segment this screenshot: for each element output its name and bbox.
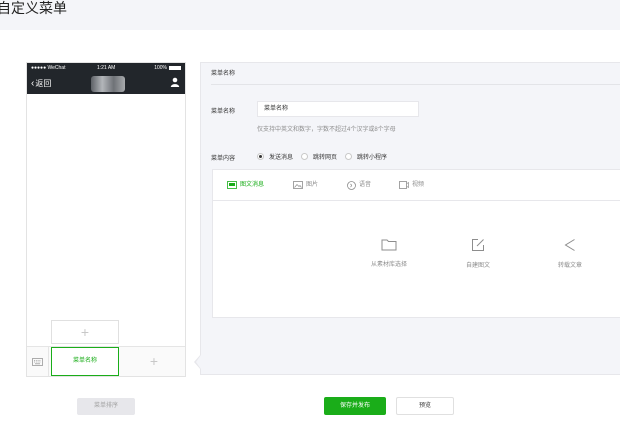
battery-icon: [169, 65, 181, 70]
tab-label: 视频: [412, 182, 425, 188]
create-article-button[interactable]: 自建图文: [448, 238, 508, 269]
account-name-blurred: [91, 76, 125, 92]
folder-icon: [381, 239, 397, 251]
save-publish-button[interactable]: 保存并发布: [324, 397, 386, 415]
image-icon: [293, 181, 303, 189]
carrier-text: ●●●●● WeChat: [31, 65, 66, 71]
news-icon: [227, 181, 237, 189]
status-bar: ●●●●● WeChat 1:21 AM 100%: [31, 64, 181, 72]
edit-icon: [472, 239, 484, 251]
chevron-left-icon: ‹: [31, 78, 35, 89]
menu-name-input[interactable]: 菜单名称: [257, 101, 419, 117]
battery-text: 100%: [154, 65, 167, 71]
tab-label: 语音: [359, 182, 372, 188]
menu-editor-panel: 菜单名称 菜单名称 菜单名称 仅支持中英文和数字，字数不超过4个汉字或8个字母 …: [200, 62, 620, 375]
back-link[interactable]: ‹返回: [31, 78, 51, 90]
tab-label: 图片: [306, 182, 319, 188]
radio-send-message[interactable]: 发送消息: [257, 152, 293, 161]
preview-button[interactable]: 预览: [396, 397, 454, 415]
keyboard-icon[interactable]: [27, 347, 49, 376]
chat-area: [27, 94, 185, 347]
content-actions: 从素材库选择 自建图文 转载文章: [213, 202, 620, 318]
back-label: 返回: [35, 79, 52, 88]
phone-preview: ●●●●● WeChat 1:21 AM 100% ‹返回 + 菜单名称 +: [26, 62, 186, 377]
tab-image[interactable]: 图片: [293, 179, 318, 191]
tab-label: 图文消息: [240, 182, 265, 188]
radio-label: 发送消息: [269, 155, 294, 161]
video-icon: [399, 181, 409, 189]
tab-video[interactable]: 视频: [399, 179, 424, 191]
page-title: 自定义菜单: [0, 0, 67, 16]
voice-icon: [347, 180, 356, 190]
menu-item-active[interactable]: 菜单名称: [51, 347, 119, 376]
action-label: 从素材库选择: [370, 262, 407, 268]
radio-open-url[interactable]: 跳转网页: [301, 152, 337, 161]
tab-news[interactable]: 图文消息: [227, 179, 264, 191]
battery-indicator: 100%: [154, 64, 181, 72]
radio-label: 跳转小程序: [357, 155, 388, 161]
add-submenu-button[interactable]: +: [51, 320, 119, 344]
radio-mini-program[interactable]: 跳转小程序: [345, 152, 387, 161]
content-label: 菜单内容: [211, 156, 236, 162]
editor-header: 菜单名称: [211, 63, 620, 85]
add-menu-button[interactable]: +: [131, 347, 177, 376]
content-type-radios: 发送消息 跳转网页 跳转小程序: [257, 152, 387, 161]
message-content-box: 图文消息 图片 语音 视频 从素材库选择 自建图文 转载文章: [212, 169, 620, 318]
select-from-library-button[interactable]: 从素材库选择: [359, 238, 419, 268]
phone-header: ●●●●● WeChat 1:21 AM 100% ‹返回: [27, 63, 185, 94]
radio-label: 跳转网页: [313, 155, 338, 161]
action-label: 自建图文: [465, 263, 490, 269]
radio-button[interactable]: [257, 153, 264, 160]
name-label: 菜单名称: [211, 109, 236, 115]
sort-menu-button[interactable]: 菜单排序: [77, 398, 135, 415]
keyboard-glyph: [32, 357, 43, 366]
message-type-tabs: 图文消息 图片 语音 视频: [213, 170, 620, 201]
name-hint: 仅支持中英文和数字，字数不超过4个汉字或8个字母: [257, 127, 396, 133]
reprint-article-button[interactable]: 转载文章: [540, 238, 600, 269]
tab-voice[interactable]: 语音: [347, 179, 371, 191]
radio-button[interactable]: [345, 153, 353, 160]
pointer-arrow-inner: [196, 355, 201, 369]
share-icon: [564, 239, 575, 251]
radio-button[interactable]: [301, 153, 309, 160]
status-time: 1:21 AM: [97, 65, 116, 71]
menu-bar: 菜单名称 +: [27, 346, 185, 376]
person-icon: [170, 77, 180, 87]
action-label: 转载文章: [557, 263, 582, 269]
top-bar: 自定义菜单: [0, 0, 620, 30]
